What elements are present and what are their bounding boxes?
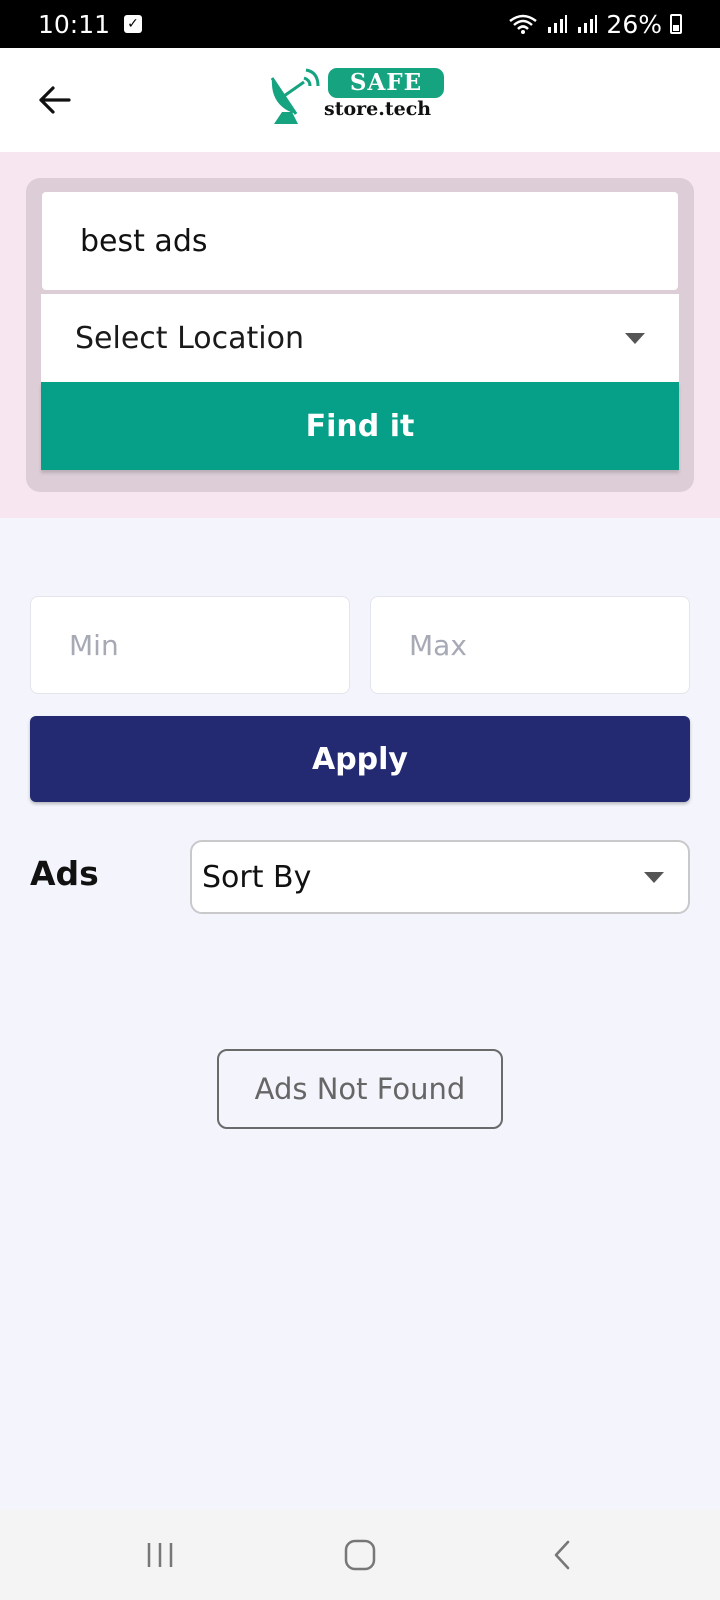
status-time: 10:11 — [38, 9, 111, 39]
logo-safe-text: SAFE — [328, 68, 444, 98]
status-left: 10:11 ✓ — [38, 9, 143, 39]
back-button[interactable] — [26, 72, 82, 128]
signal-icon-2 — [578, 15, 598, 33]
keyword-search-input[interactable]: best ads — [42, 192, 678, 290]
signal-icon — [548, 15, 568, 33]
max-price-input[interactable]: Max — [370, 596, 690, 694]
recent-apps-icon — [147, 1543, 173, 1567]
dropdown-caret-icon — [644, 871, 664, 883]
status-bar: 10:11 ✓ 26% — [0, 0, 720, 48]
battery-level: 26% — [606, 9, 662, 39]
satellite-dish-icon — [270, 68, 320, 124]
system-nav-bar — [0, 1510, 720, 1600]
ads-heading: Ads — [30, 854, 99, 893]
sort-by-value: Sort By — [202, 859, 312, 895]
status-right: 26% — [508, 10, 682, 39]
home-button[interactable] — [320, 1528, 400, 1582]
location-select-value: Select Location — [75, 320, 304, 356]
home-icon — [344, 1539, 376, 1571]
empty-state-message: Ads Not Found — [217, 1049, 503, 1129]
logo-store-text: store.tech — [324, 98, 432, 120]
find-it-button[interactable]: Find it — [41, 382, 679, 470]
search-card: best ads Select Location Find it — [26, 178, 694, 492]
dropdown-caret-icon — [625, 332, 645, 344]
app-header: SAFE store.tech — [0, 48, 720, 152]
logo: SAFE store.tech — [268, 64, 458, 128]
sort-by-select[interactable]: Sort By — [190, 840, 690, 914]
min-price-input[interactable]: Min — [30, 596, 350, 694]
arrow-left-icon — [39, 86, 71, 114]
notification-check-icon: ✓ — [124, 15, 143, 33]
search-section: best ads Select Location Find it — [0, 152, 720, 518]
wifi-icon — [509, 14, 538, 34]
battery-icon — [670, 14, 682, 34]
location-select[interactable]: Select Location — [41, 294, 679, 382]
chevron-left-icon — [554, 1540, 570, 1570]
apply-button[interactable]: Apply — [30, 716, 690, 802]
recent-apps-button[interactable] — [120, 1528, 200, 1582]
nav-back-button[interactable] — [522, 1528, 602, 1582]
